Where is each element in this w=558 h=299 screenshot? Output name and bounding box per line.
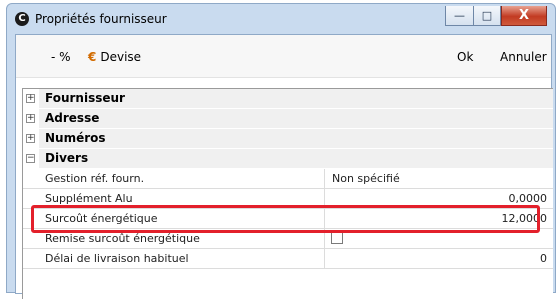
title-bar[interactable]: C Propriétés fournisseur — □ X xyxy=(7,4,555,34)
minimize-icon: — xyxy=(454,9,465,22)
property-value[interactable]: 0 xyxy=(326,249,553,268)
collapse-icon[interactable]: − xyxy=(26,154,35,163)
property-name: Remise surcoût énergétique xyxy=(39,229,325,248)
maximize-button[interactable]: □ xyxy=(473,6,501,26)
category-row-adresse[interactable]: + Adresse xyxy=(23,109,553,129)
property-value[interactable]: 12,0000 xyxy=(326,209,553,228)
percent-button[interactable]: - % xyxy=(51,50,71,64)
property-value[interactable]: Non spécifié xyxy=(326,169,553,188)
ok-button[interactable]: Ok xyxy=(457,50,473,64)
category-label: Numéros xyxy=(39,129,325,148)
property-name: Gestion réf. fourn. xyxy=(39,169,325,188)
category-label: Adresse xyxy=(39,109,325,128)
expand-icon[interactable]: + xyxy=(26,94,35,103)
property-grid: + Fournisseur + Adresse + Numéros − Dive… xyxy=(22,88,553,299)
category-row-numeros[interactable]: + Numéros xyxy=(23,129,553,149)
category-row-divers[interactable]: − Divers xyxy=(23,149,553,169)
category-label: Fournisseur xyxy=(39,89,325,108)
category-label: Divers xyxy=(39,149,325,168)
property-row-delai-livraison[interactable]: Délai de livraison habituel 0 xyxy=(23,249,553,269)
currency-label: Devise xyxy=(100,50,142,64)
close-icon: X xyxy=(518,8,530,23)
property-name: Surcoût énergétique xyxy=(39,209,325,228)
cancel-button[interactable]: Annuler xyxy=(500,50,547,64)
dialog-body: - % € Devise Ok Annuler + Fournisseur + A… xyxy=(15,34,553,299)
maximize-icon: □ xyxy=(481,9,493,22)
supplier-properties-window: C Propriétés fournisseur — □ X - % € Devi… xyxy=(6,3,556,299)
property-row-remise-surcout[interactable]: Remise surcoût énergétique xyxy=(23,229,553,249)
app-icon: C xyxy=(15,12,29,26)
window-title: Propriétés fournisseur xyxy=(35,12,167,26)
close-button[interactable]: X xyxy=(501,6,547,26)
property-row-surcout-energetique[interactable]: Surcoût énergétique 12,0000 xyxy=(23,209,553,229)
category-row-fournisseur[interactable]: + Fournisseur xyxy=(23,89,553,109)
minimize-button[interactable]: — xyxy=(445,6,473,26)
currency-button[interactable]: € Devise xyxy=(88,50,141,64)
expand-icon[interactable]: + xyxy=(26,134,35,143)
remise-checkbox[interactable] xyxy=(331,232,343,244)
property-row-gestion-ref[interactable]: Gestion réf. fourn. Non spécifié xyxy=(23,169,553,189)
expand-icon[interactable]: + xyxy=(26,114,35,123)
toolbar: - % € Devise Ok Annuler xyxy=(16,35,551,78)
property-value[interactable]: 0,0000 xyxy=(326,189,553,208)
euro-icon: € xyxy=(88,50,97,64)
property-name: Délai de livraison habituel xyxy=(39,249,325,268)
property-row-supplement-alu[interactable]: Supplément Alu 0,0000 xyxy=(23,189,553,209)
property-name: Supplément Alu xyxy=(39,189,325,208)
